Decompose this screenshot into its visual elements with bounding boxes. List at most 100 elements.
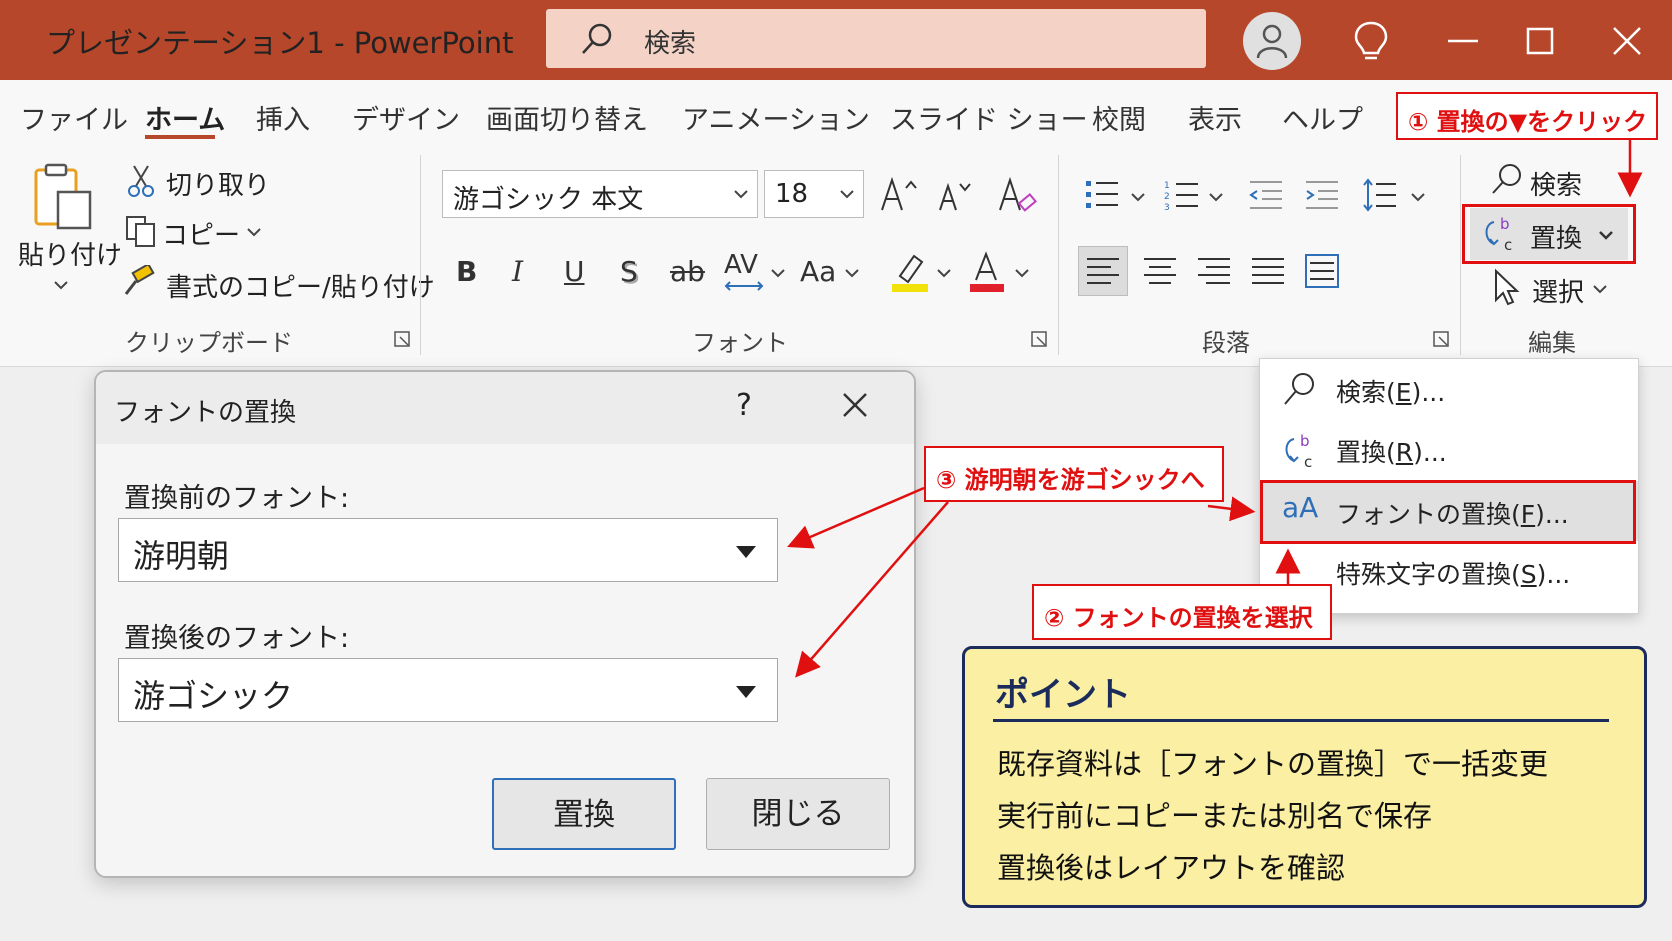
font-color-icon[interactable]	[968, 250, 1008, 294]
dialog-header: フォントの置換 ?	[96, 372, 914, 444]
align-left-button[interactable]	[1078, 246, 1128, 296]
decrease-indent-icon[interactable]	[1248, 178, 1284, 212]
font-name-value: 游ゴシック 本文	[453, 185, 644, 215]
group-label-editing: 編集	[1528, 329, 1576, 357]
chevron-down-icon[interactable]	[936, 268, 952, 278]
copy-icon	[126, 216, 155, 247]
tab-slideshow[interactable]: スライド ショー	[890, 98, 1088, 137]
callout-step1: ① 置換の▼をクリック	[1396, 92, 1658, 140]
tab-review[interactable]: 校閲	[1092, 98, 1146, 137]
highlight-icon[interactable]	[890, 250, 930, 294]
tab-transitions[interactable]: 画面切り替え	[486, 98, 648, 137]
tab-design[interactable]: デザイン	[352, 98, 460, 137]
tips-line: 既存資料は［フォントの置換］で一括変更	[997, 747, 1549, 781]
dialog-launcher-icon[interactable]	[1432, 330, 1450, 348]
chevron-down-icon[interactable]	[1592, 284, 1608, 294]
font-name-dropdown[interactable]: 游ゴシック 本文	[442, 170, 758, 218]
replace-from-value: 游明朝	[133, 537, 230, 575]
window-title: プレゼンテーション1 - PowerPoint	[46, 26, 514, 60]
replace-with-dropdown[interactable]: 游ゴシック	[118, 658, 778, 722]
dropdown-arrow-icon	[736, 686, 756, 698]
minimize-icon[interactable]	[1440, 18, 1486, 64]
find-button[interactable]: 検索	[1530, 165, 1582, 202]
grow-font-icon[interactable]	[878, 174, 922, 214]
account-icon[interactable]	[1243, 12, 1301, 70]
chevron-down-icon[interactable]	[1130, 192, 1146, 202]
callout-step3: ③ 游明朝を游ゴシックへ	[924, 446, 1224, 502]
bullets-icon[interactable]	[1084, 178, 1120, 212]
copy-button[interactable]: コピー	[162, 215, 240, 252]
change-case-button[interactable]: Aa	[800, 255, 836, 288]
numbering-icon[interactable]: 123	[1164, 178, 1200, 212]
menu-item-label: 検索(E)...	[1336, 378, 1446, 407]
chevron-down-icon	[734, 190, 748, 199]
columns-icon[interactable]	[1298, 247, 1346, 295]
align-center-icon[interactable]	[1136, 247, 1184, 295]
help-button[interactable]: ?	[736, 388, 752, 423]
line-spacing-icon[interactable]	[1362, 176, 1398, 214]
dialog-close-button[interactable]: 閉じる	[706, 778, 890, 850]
chevron-down-icon[interactable]	[770, 268, 786, 278]
tab-insert[interactable]: 挿入	[256, 98, 310, 137]
shrink-font-icon[interactable]	[936, 178, 976, 214]
chevron-down-icon[interactable]	[1014, 268, 1030, 278]
clear-formatting-icon[interactable]	[996, 174, 1040, 218]
text-shadow-button[interactable]: S	[620, 255, 638, 288]
dialog-launcher-icon[interactable]	[1030, 330, 1048, 348]
tips-box: ポイント 既存資料は［フォントの置換］で一括変更 実行前にコピーまたは別名で保存…	[962, 646, 1647, 908]
lightbulb-icon[interactable]	[1348, 18, 1394, 64]
maximize-icon[interactable]	[1517, 18, 1563, 64]
tab-home[interactable]: ホーム	[145, 98, 225, 137]
replace-from-dropdown[interactable]: 游明朝	[118, 518, 778, 582]
strikethrough-button[interactable]: ab	[670, 255, 705, 288]
tab-file[interactable]: ファイル	[20, 98, 128, 137]
align-left-icon	[1087, 258, 1119, 284]
chevron-down-icon[interactable]	[246, 227, 262, 237]
search-icon	[582, 23, 612, 54]
close-icon[interactable]	[840, 390, 870, 420]
italic-button[interactable]: I	[512, 255, 523, 288]
cursor-select-icon	[1495, 268, 1520, 306]
tab-animations[interactable]: アニメーション	[682, 98, 870, 137]
chevron-down-icon[interactable]	[844, 268, 860, 278]
tab-view[interactable]: 表示	[1188, 98, 1242, 137]
character-spacing-button[interactable]: AV	[724, 250, 758, 280]
search-icon	[1284, 373, 1314, 405]
format-painter-icon	[124, 265, 155, 295]
format-painter-button[interactable]: 書式のコピー/貼り付け	[166, 267, 435, 304]
chevron-down-icon[interactable]	[52, 279, 70, 291]
dialog-replace-button[interactable]: 置換	[492, 778, 676, 850]
arrow-step3-menu	[1207, 496, 1256, 522]
align-right-icon[interactable]	[1190, 247, 1238, 295]
select-button[interactable]: 選択	[1532, 272, 1584, 309]
justify-icon[interactable]	[1244, 247, 1292, 295]
bold-button[interactable]: B	[456, 255, 477, 288]
tab-help[interactable]: ヘルプ	[1282, 98, 1363, 137]
cut-button[interactable]: 切り取り	[166, 165, 270, 202]
paste-button-label[interactable]: 貼り付け	[18, 235, 122, 272]
svg-text:b: b	[1300, 432, 1310, 450]
font-size-value: 18	[775, 179, 809, 209]
underline-button[interactable]: U	[564, 255, 585, 288]
menu-item-replace[interactable]: b c 置換(R)...	[1260, 419, 1638, 479]
replace-with-value: 游ゴシック	[133, 677, 294, 715]
search-placeholder: 検索	[644, 29, 697, 59]
chevron-down-icon[interactable]	[1410, 192, 1426, 202]
svg-text:2: 2	[1164, 192, 1170, 202]
increase-indent-icon[interactable]	[1304, 178, 1340, 212]
svg-text:3: 3	[1164, 203, 1170, 212]
group-label-font: フォント	[692, 329, 788, 357]
svg-text:1: 1	[1164, 181, 1170, 191]
chevron-down-icon[interactable]	[1208, 192, 1224, 202]
font-size-dropdown[interactable]: 18	[764, 170, 864, 218]
dialog-launcher-icon[interactable]	[393, 330, 411, 348]
svg-text:c: c	[1304, 453, 1312, 471]
menu-item-label: 特殊文字の置換(S)...	[1336, 560, 1571, 589]
menu-item-find[interactable]: 検索(E)...	[1260, 359, 1638, 419]
paste-icon[interactable]	[30, 162, 96, 232]
tips-line: 置換後はレイアウトを確認	[997, 851, 1346, 885]
close-icon[interactable]	[1604, 18, 1650, 64]
spacing-arrow-icon	[724, 281, 764, 291]
search-box[interactable]: 検索	[546, 9, 1206, 68]
tips-title: ポイント	[995, 675, 1131, 715]
